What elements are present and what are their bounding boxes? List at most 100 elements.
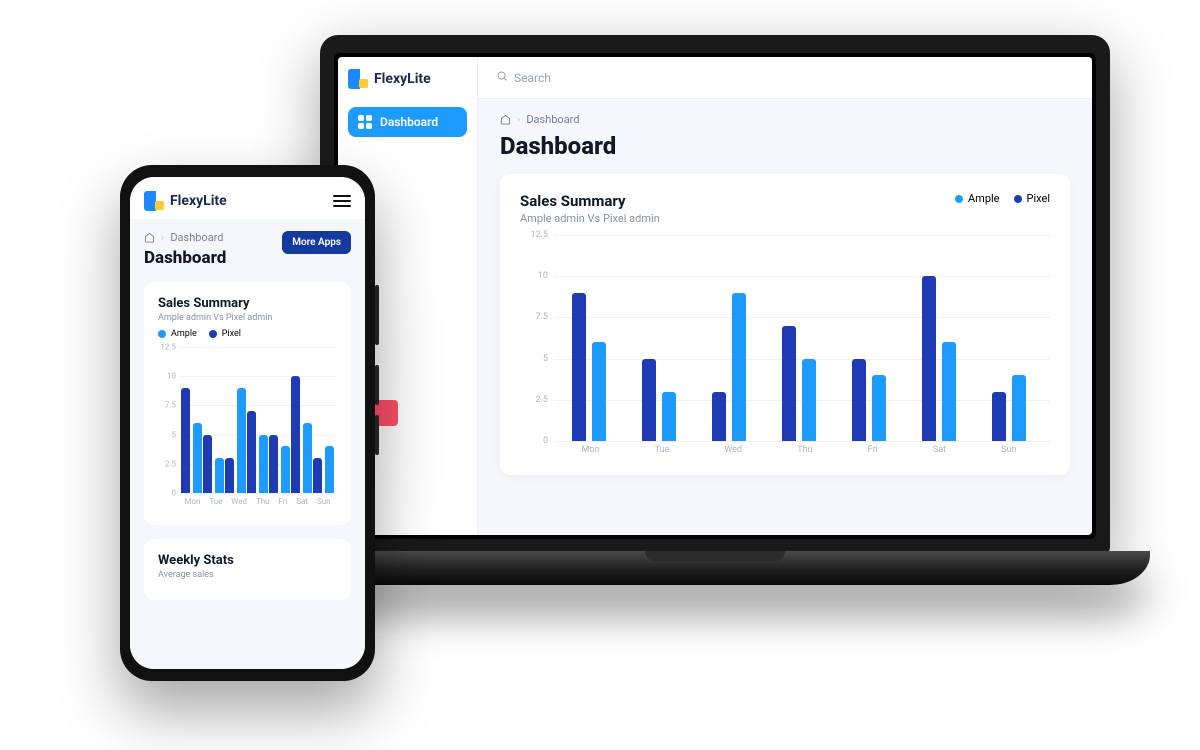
chart-legend: Ample Pixel	[158, 329, 337, 339]
bar[interactable]	[782, 326, 796, 441]
x-tick: Tue	[655, 445, 670, 465]
bar[interactable]	[269, 435, 278, 493]
y-tick: 2.5	[158, 459, 176, 468]
bar[interactable]	[303, 423, 312, 493]
dashboard-icon	[358, 115, 372, 129]
bar[interactable]	[291, 376, 300, 493]
x-tick: Mon	[184, 497, 200, 517]
chart-legend: Ample Pixel	[955, 192, 1050, 205]
bar-group	[572, 293, 606, 441]
y-tick: 5	[158, 430, 176, 439]
legend-ample[interactable]: Ample	[955, 192, 1000, 205]
card-subtitle: Average sales	[158, 570, 337, 580]
bar[interactable]	[215, 458, 224, 493]
sales-summary-chart: 02.557.51012.5MonTueWedThuFriSatSun	[520, 235, 1050, 465]
bar[interactable]	[313, 458, 322, 493]
bar[interactable]	[712, 392, 726, 441]
x-tick: Sun	[317, 497, 331, 517]
legend-pixel[interactable]: Pixel	[1014, 192, 1050, 205]
x-tick: Wed	[724, 445, 742, 465]
bar[interactable]	[225, 458, 234, 493]
brand-logo[interactable]: FlexyLite	[144, 191, 227, 211]
x-tick: Mon	[582, 445, 600, 465]
breadcrumb-separator: ›	[517, 113, 520, 126]
x-tick: Sat	[933, 445, 946, 465]
phone-device-frame: FlexyLite › Dashboard	[120, 165, 375, 681]
breadcrumb: › Dashboard	[144, 231, 226, 244]
bar-group	[922, 276, 956, 441]
bar[interactable]	[592, 342, 606, 441]
more-apps-button[interactable]: More Apps	[282, 231, 351, 254]
bar[interactable]	[732, 293, 746, 441]
bar-group	[225, 388, 246, 493]
breadcrumb-separator: ›	[161, 231, 164, 244]
x-tick: Wed	[231, 497, 247, 517]
brand-name: FlexyLite	[170, 193, 227, 209]
bar-group	[247, 411, 268, 493]
hamburger-menu-icon[interactable]	[333, 195, 351, 207]
y-tick: 7.5	[158, 401, 176, 410]
bar[interactable]	[992, 392, 1006, 441]
bar-group	[269, 435, 290, 493]
legend-pixel[interactable]: Pixel	[209, 329, 241, 339]
page-title: Dashboard	[144, 248, 226, 268]
bar-group	[291, 376, 312, 493]
bar[interactable]	[181, 388, 190, 493]
mobile-topbar: FlexyLite	[130, 177, 365, 219]
breadcrumb-current[interactable]: Dashboard	[170, 231, 223, 244]
bar[interactable]	[247, 411, 256, 493]
bar[interactable]	[802, 359, 816, 441]
bar-group	[642, 359, 676, 441]
y-tick: 10	[158, 372, 176, 381]
bar[interactable]	[281, 446, 290, 493]
bar[interactable]	[193, 423, 202, 493]
bar[interactable]	[662, 392, 676, 441]
legend-ample[interactable]: Ample	[158, 329, 197, 339]
bar[interactable]	[922, 276, 936, 441]
bar[interactable]	[572, 293, 586, 441]
bar[interactable]	[237, 388, 246, 493]
x-tick: Tue	[209, 497, 222, 517]
breadcrumb-current[interactable]: Dashboard	[526, 113, 579, 126]
x-tick: Fri	[278, 497, 287, 517]
brand-logo-icon	[348, 69, 368, 89]
mobile-app: FlexyLite › Dashboard	[130, 177, 365, 669]
bar[interactable]	[852, 359, 866, 441]
bar-group	[313, 446, 334, 493]
search-placeholder: Search	[514, 71, 551, 85]
top-search-bar[interactable]: Search	[478, 57, 1092, 99]
y-tick: 12.5	[520, 230, 548, 240]
card-title: Sales Summary	[520, 192, 660, 210]
card-subtitle: Ample admin Vs Pixel admin	[158, 313, 337, 323]
card-title: Sales Summary	[158, 296, 337, 311]
breadcrumb: › Dashboard	[500, 113, 1070, 126]
sidebar-item-dashboard[interactable]: Dashboard	[348, 107, 467, 137]
brand-logo[interactable]: FlexyLite	[348, 69, 467, 89]
bar[interactable]	[203, 435, 212, 493]
bar[interactable]	[942, 342, 956, 441]
sales-summary-chart: 02.557.51012.5MonTueWedThuFriSatSun	[158, 347, 337, 517]
bar-group	[782, 326, 816, 441]
bar[interactable]	[259, 435, 268, 493]
bar[interactable]	[325, 446, 334, 493]
sidebar-item-label: Dashboard	[380, 115, 438, 129]
x-tick: Thu	[256, 497, 270, 517]
y-tick: 2.5	[520, 395, 548, 405]
bar[interactable]	[1012, 375, 1026, 441]
bar[interactable]	[642, 359, 656, 441]
y-tick: 12.5	[158, 343, 176, 352]
bar[interactable]	[872, 375, 886, 441]
bar-group	[712, 293, 746, 441]
laptop-device-frame: FlexyLite Dashboard Search	[280, 35, 1150, 635]
home-icon[interactable]	[500, 114, 511, 125]
page-title: Dashboard	[500, 132, 1070, 160]
x-tick: Sat	[296, 497, 308, 517]
brand-name: FlexyLite	[374, 71, 431, 87]
weekly-stats-card: Weekly Stats Average sales	[144, 539, 351, 600]
bar-group	[203, 435, 224, 493]
card-title: Weekly Stats	[158, 553, 337, 568]
search-icon	[496, 70, 508, 85]
x-tick: Sun	[1001, 445, 1016, 465]
home-icon[interactable]	[144, 232, 155, 243]
bar-group	[852, 359, 886, 441]
